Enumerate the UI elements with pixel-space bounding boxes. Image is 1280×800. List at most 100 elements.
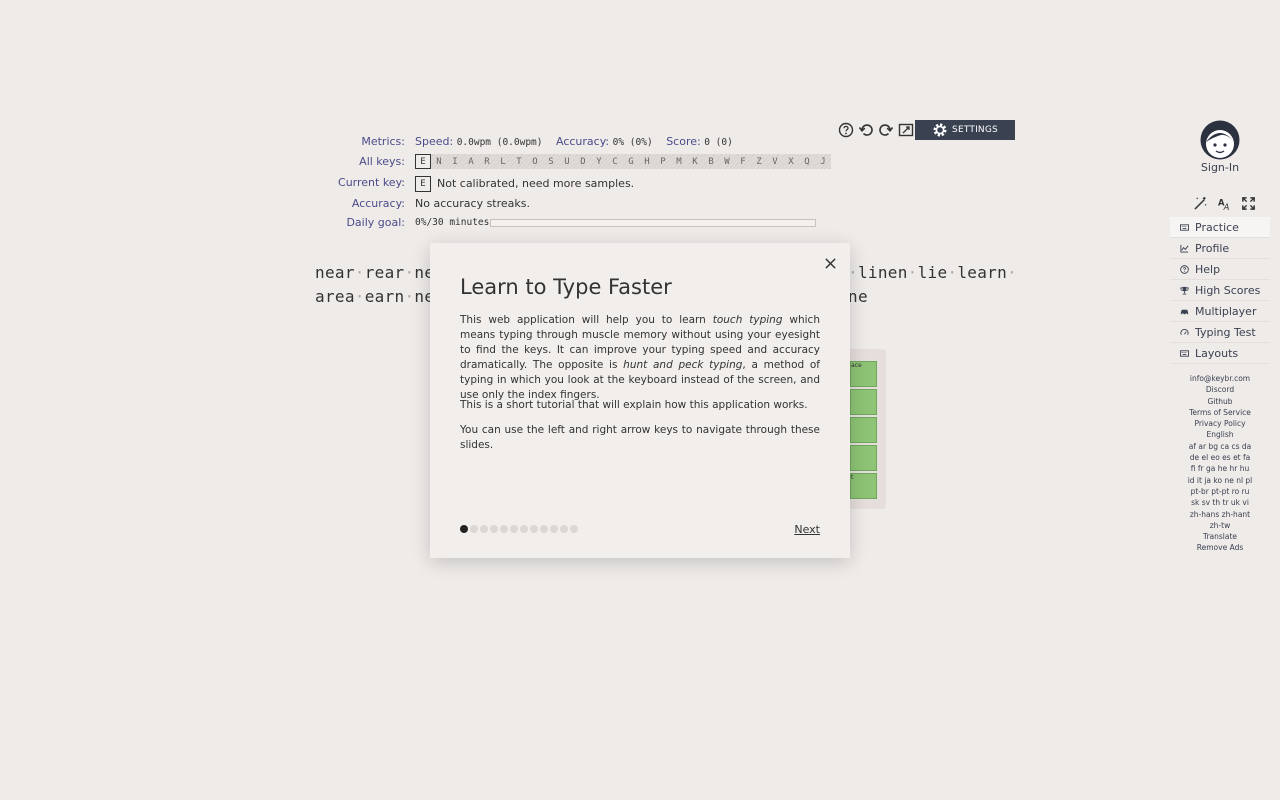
key-f: F <box>735 154 751 169</box>
lesson-line-1-right: ·linen·lie·learn· <box>848 263 1017 282</box>
key-h: H <box>639 154 655 169</box>
footer-links: info@keybr.com Discord Github Terms of S… <box>1170 373 1270 554</box>
accuracy-metric-label: Accuracy: <box>556 135 610 148</box>
next-button[interactable]: Next <box>794 523 820 536</box>
pager-dot[interactable] <box>540 525 548 533</box>
key-z: Z <box>751 154 767 169</box>
language-row[interactable]: af ar bg ca cs da <box>1170 441 1270 452</box>
sidebar-item-practice[interactable]: Practice <box>1170 217 1270 238</box>
pager-dot[interactable] <box>490 525 498 533</box>
redo-icon[interactable] <box>876 120 896 140</box>
fullscreen-icon[interactable] <box>896 120 916 140</box>
pager-dot[interactable] <box>570 525 578 533</box>
email-link[interactable]: info@keybr.com <box>1170 373 1270 384</box>
metrics-values: Speed: 0.0wpm (0.0wpm) Accuracy: 0% (0%)… <box>415 135 743 148</box>
language-row[interactable]: id it ja ko ne nl pl <box>1170 475 1270 486</box>
accuracy-row-value: No accuracy streaks. <box>415 197 531 210</box>
language-row[interactable]: zh-tw <box>1170 520 1270 531</box>
sidebar-item-label: High Scores <box>1195 283 1261 297</box>
key-x: X <box>783 154 799 169</box>
language-row[interactable]: sk sv th tr uk vi <box>1170 497 1270 508</box>
pager-dot[interactable] <box>530 525 538 533</box>
sidebar-item-typing-test[interactable]: Typing Test <box>1170 322 1270 343</box>
sidebar-item-label: Practice <box>1195 220 1239 234</box>
key-a: A <box>463 154 479 169</box>
accuracy-metric-value: 0% (0%) <box>612 137 653 148</box>
key-c: C <box>607 154 623 169</box>
speed-value: 0.0wpm (0.0wpm) <box>456 137 543 148</box>
pager-dot[interactable] <box>520 525 528 533</box>
pager-dot[interactable] <box>460 525 468 533</box>
pager-dot[interactable] <box>470 525 478 533</box>
svg-text:A: A <box>1222 202 1229 211</box>
key-e: E <box>415 154 431 169</box>
sidebar-item-help[interactable]: Help <box>1170 259 1270 280</box>
question-icon <box>1180 264 1189 274</box>
key-l: L <box>495 154 511 169</box>
settings-button[interactable]: SETTINGS <box>915 120 1015 140</box>
key-p: P <box>655 154 671 169</box>
language-row[interactable]: fi fr ga he hr hu <box>1170 463 1270 474</box>
pager-dot[interactable] <box>500 525 508 533</box>
keyboard-key <box>850 417 877 443</box>
sidebar-item-label: Typing Test <box>1195 325 1256 339</box>
modal-paragraph-2: This is a short tutorial that will expla… <box>460 399 808 411</box>
avatar[interactable] <box>1200 120 1240 160</box>
undo-icon[interactable] <box>856 120 876 140</box>
key-i: I <box>447 154 463 169</box>
pager-dot[interactable] <box>510 525 518 533</box>
key-n: N <box>431 154 447 169</box>
sidebar-item-multiplayer[interactable]: Multiplayer <box>1170 301 1270 322</box>
sidebar-item-label: Profile <box>1195 241 1230 255</box>
language-label: English <box>1206 430 1234 440</box>
keyboard-key <box>850 445 877 471</box>
discord-link[interactable]: Discord <box>1170 384 1270 395</box>
modal-paragraph-3: You can use the left and right arrow key… <box>460 424 820 451</box>
lesson-line-2-left: area·earn·ne <box>315 287 434 306</box>
language-row[interactable]: pt-br pt-pt ro ru <box>1170 486 1270 497</box>
translate-link[interactable]: Translate <box>1170 531 1270 542</box>
key-u: U <box>559 154 575 169</box>
pager-dot[interactable] <box>560 525 568 533</box>
sidebar-item-profile[interactable]: Profile <box>1170 238 1270 259</box>
close-icon[interactable] <box>820 253 840 273</box>
score-value: 0 (0) <box>704 137 733 148</box>
remove-ads-link[interactable]: Remove Ads <box>1170 542 1270 553</box>
pager-dot[interactable] <box>480 525 488 533</box>
github-link[interactable]: Github <box>1170 396 1270 407</box>
font-size-icon[interactable]: AA <box>1214 193 1234 213</box>
all-keys-label: All keys: <box>359 155 405 168</box>
car-icon <box>1180 307 1189 316</box>
key-m: M <box>671 154 687 169</box>
expand-icon[interactable] <box>1238 193 1258 213</box>
terms-link[interactable]: Terms of Service <box>1170 407 1270 418</box>
keyboard-key <box>850 389 877 415</box>
key-t: T <box>511 154 527 169</box>
help-icon[interactable] <box>836 120 856 140</box>
sidebar-item-label: Multiplayer <box>1195 304 1257 318</box>
all-keys-list: ENIARLTOSUDYCGHPMKBWFZVXQJ <box>415 154 831 169</box>
language-list: af ar bg ca cs da de el eo es et fa fi fr … <box>1170 441 1270 531</box>
pager-dot[interactable] <box>550 525 558 533</box>
language-row[interactable]: zh-hans zh-hant <box>1170 509 1270 520</box>
key-b: B <box>703 154 719 169</box>
sidebar-item-high-scores[interactable]: High Scores <box>1170 280 1270 301</box>
privacy-link[interactable]: Privacy Policy <box>1170 418 1270 429</box>
sign-in-link[interactable]: Sign-In <box>1170 161 1270 174</box>
key-w: W <box>719 154 735 169</box>
score-label: Score: <box>666 135 701 148</box>
language-row[interactable]: de el eo es et fa <box>1170 452 1270 463</box>
keyboard-icon <box>1180 349 1189 358</box>
magic-wand-icon[interactable] <box>1190 193 1210 213</box>
key-j: J <box>815 154 831 169</box>
key-k: K <box>687 154 703 169</box>
current-key-status: Not calibrated, need more samples. <box>437 177 635 190</box>
sidebar-item-label: Layouts <box>1195 346 1239 360</box>
sidebar-tools: AA <box>1190 193 1258 213</box>
sidebar-item-layouts[interactable]: Layouts <box>1170 343 1270 364</box>
metrics-label: Metrics: <box>361 135 405 148</box>
key-r: R <box>479 154 495 169</box>
keyboard-key: t <box>850 473 877 499</box>
current-key-row: E Not calibrated, need more samples. <box>415 176 634 192</box>
accuracy-row-label: Accuracy: <box>351 197 405 210</box>
